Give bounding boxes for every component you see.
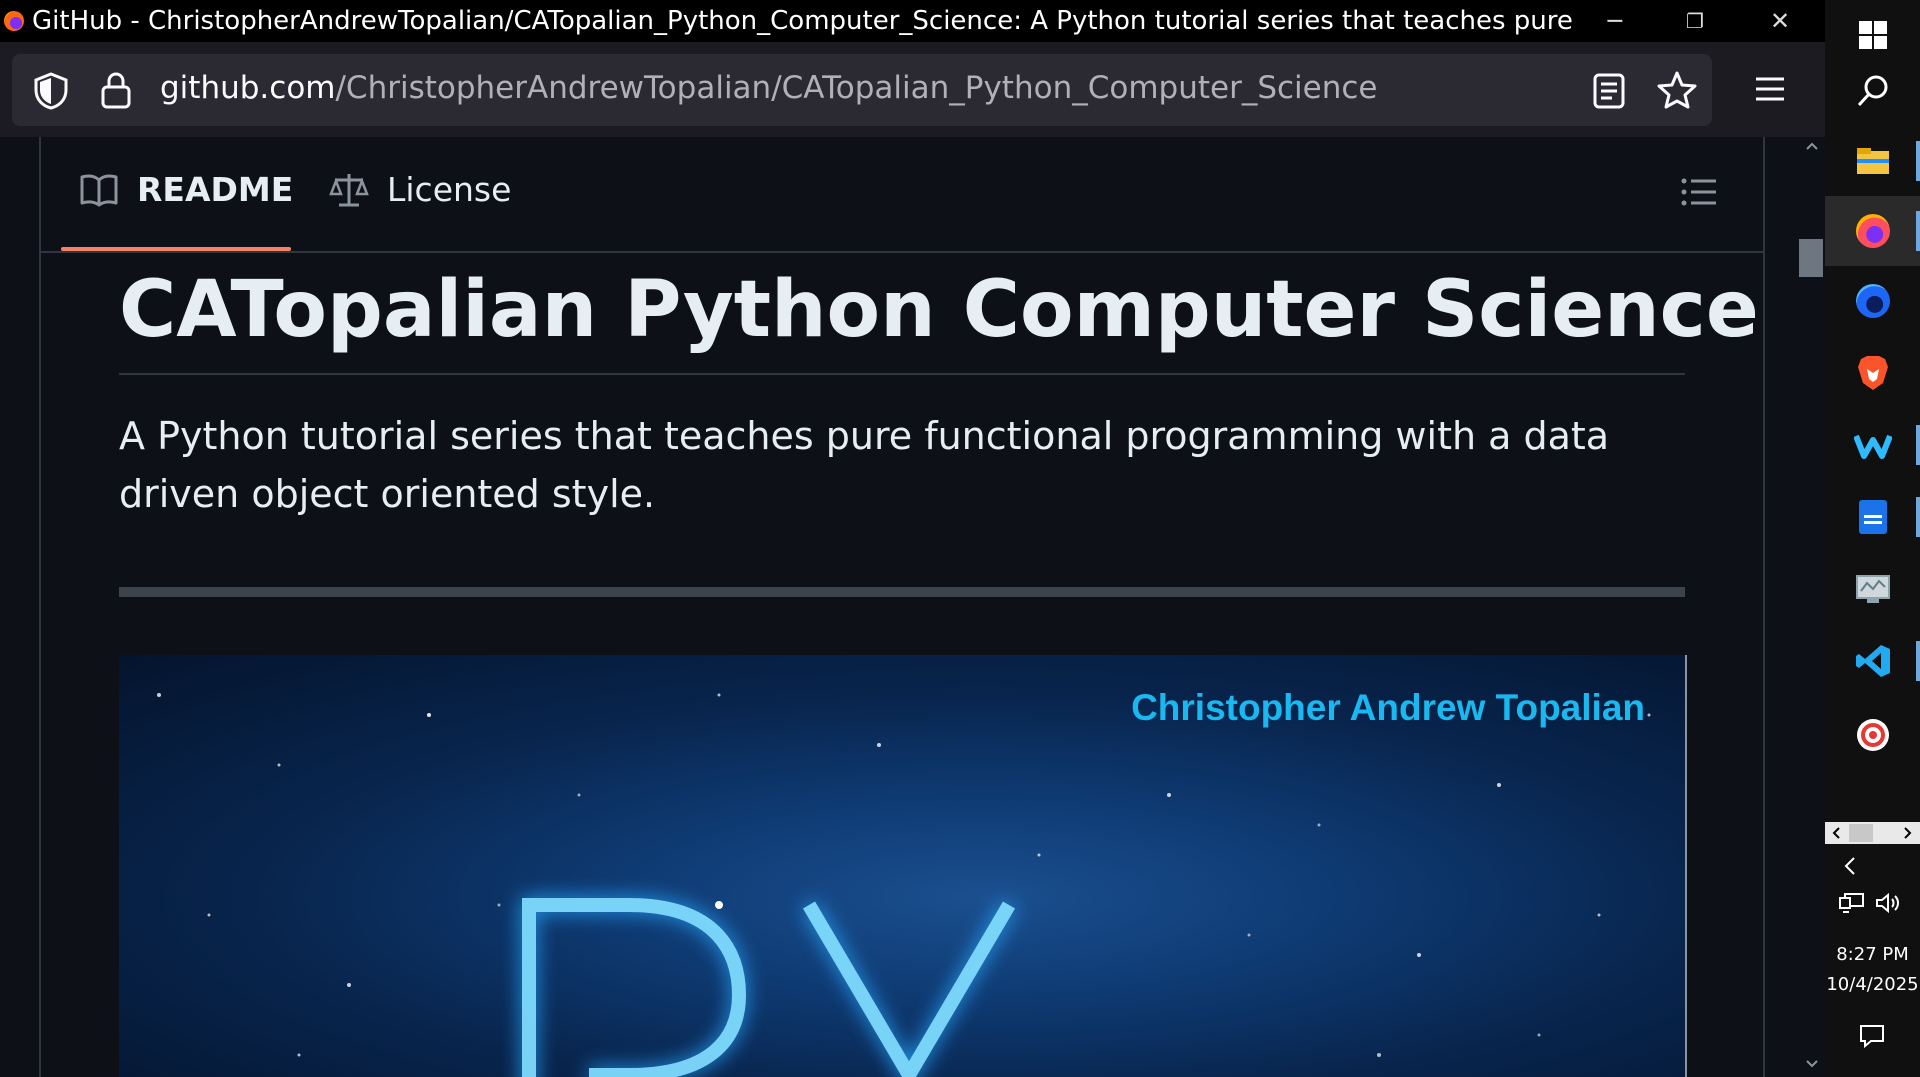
menu-hamburger-icon[interactable]: [1755, 76, 1785, 102]
brave-browser-icon[interactable]: [1825, 338, 1920, 408]
window-title: GitHub - ChristopherAndrewTopalian/CATop…: [32, 6, 1572, 36]
file-explorer-icon[interactable]: [1825, 126, 1920, 196]
page-content: README License CATopalian Python Compute: [0, 137, 1825, 1077]
reader-view-icon[interactable]: [1592, 72, 1626, 110]
readme-box: README License CATopalian Python Compute: [39, 137, 1765, 1077]
readme-tabs: README License: [41, 137, 1763, 253]
wave-app-icon[interactable]: [1825, 410, 1920, 480]
search-icon[interactable]: [1825, 56, 1920, 126]
horizontal-rule: [119, 587, 1685, 597]
tab-license-label: License: [387, 170, 512, 209]
firefox-icon[interactable]: [1825, 196, 1920, 266]
window-title-bar: GitHub - ChristopherAndrewTopalian/CATop…: [0, 0, 1825, 42]
taskbar-clock[interactable]: 8:27 PM 10/4/2025: [1825, 940, 1920, 1000]
url-domain: github.com: [160, 70, 336, 106]
close-button[interactable]: ✕: [1745, 0, 1815, 42]
book-icon: [80, 174, 118, 206]
scroll-up-icon[interactable]: [1805, 141, 1819, 151]
scroll-left-icon[interactable]: [1831, 826, 1841, 840]
banner-author: Christopher Andrew Topalian: [1131, 687, 1645, 728]
url-path: /ChristopherAndrewTopalian/CATopalian_Py…: [335, 70, 1378, 106]
show-hidden-icons-chevron-icon[interactable]: [1843, 856, 1857, 876]
volume-icon[interactable]: [1875, 892, 1901, 914]
minimize-button[interactable]: ─: [1580, 0, 1650, 42]
active-tab-underline: [61, 247, 291, 251]
scroll-down-icon[interactable]: [1805, 1059, 1819, 1069]
tab-readme-label: README: [137, 170, 294, 209]
clock-time: 8:27 PM: [1836, 944, 1909, 965]
banner-image[interactable]: Christopher Andrew Topalian: [119, 655, 1687, 1077]
browser-toolbar: github.com/ChristopherAndrewTopalian/CAT…: [0, 42, 1825, 137]
scroll-right-icon[interactable]: [1903, 826, 1913, 840]
clock-date: 10/4/2025: [1826, 974, 1919, 995]
taskbar-scroll-thumb[interactable]: [1849, 824, 1873, 842]
url-text[interactable]: github.com/ChristopherAndrewTopalian/CAT…: [160, 70, 1378, 106]
readme-description: A Python tutorial series that teaches pu…: [119, 414, 1610, 516]
network-icon[interactable]: [1839, 892, 1865, 914]
outline-list-icon[interactable]: [1681, 177, 1717, 207]
monitor-app-icon[interactable]: [1825, 554, 1920, 624]
firefox-developer-icon[interactable]: [1825, 266, 1920, 336]
readme-title: CATopalian Python Computer Science: [119, 265, 1759, 355]
vscode-icon[interactable]: [1825, 626, 1920, 696]
taskbar-horizontal-scroller[interactable]: [1825, 822, 1920, 844]
scale-icon: [329, 173, 369, 206]
scrollbar-thumb[interactable]: [1799, 239, 1823, 277]
vertical-scrollbar[interactable]: [1797, 137, 1825, 1077]
bookmark-star-icon[interactable]: [1657, 70, 1697, 110]
lock-icon[interactable]: [100, 70, 132, 110]
tab-readme[interactable]: README: [79, 170, 293, 209]
notifications-icon[interactable]: [1859, 1024, 1885, 1048]
windows-taskbar: 8:27 PM 10/4/2025: [1825, 0, 1920, 1077]
document-app-icon[interactable]: [1825, 482, 1920, 552]
firefox-logo-icon: [4, 11, 24, 31]
url-bar[interactable]: github.com/ChristopherAndrewTopalian/CAT…: [12, 54, 1712, 126]
tracking-protection-shield-icon[interactable]: [33, 72, 69, 110]
tab-license[interactable]: License: [329, 170, 511, 209]
red-circle-app-icon[interactable]: [1825, 700, 1920, 770]
restore-button[interactable]: ❐: [1660, 0, 1730, 42]
title-divider: [119, 373, 1685, 375]
